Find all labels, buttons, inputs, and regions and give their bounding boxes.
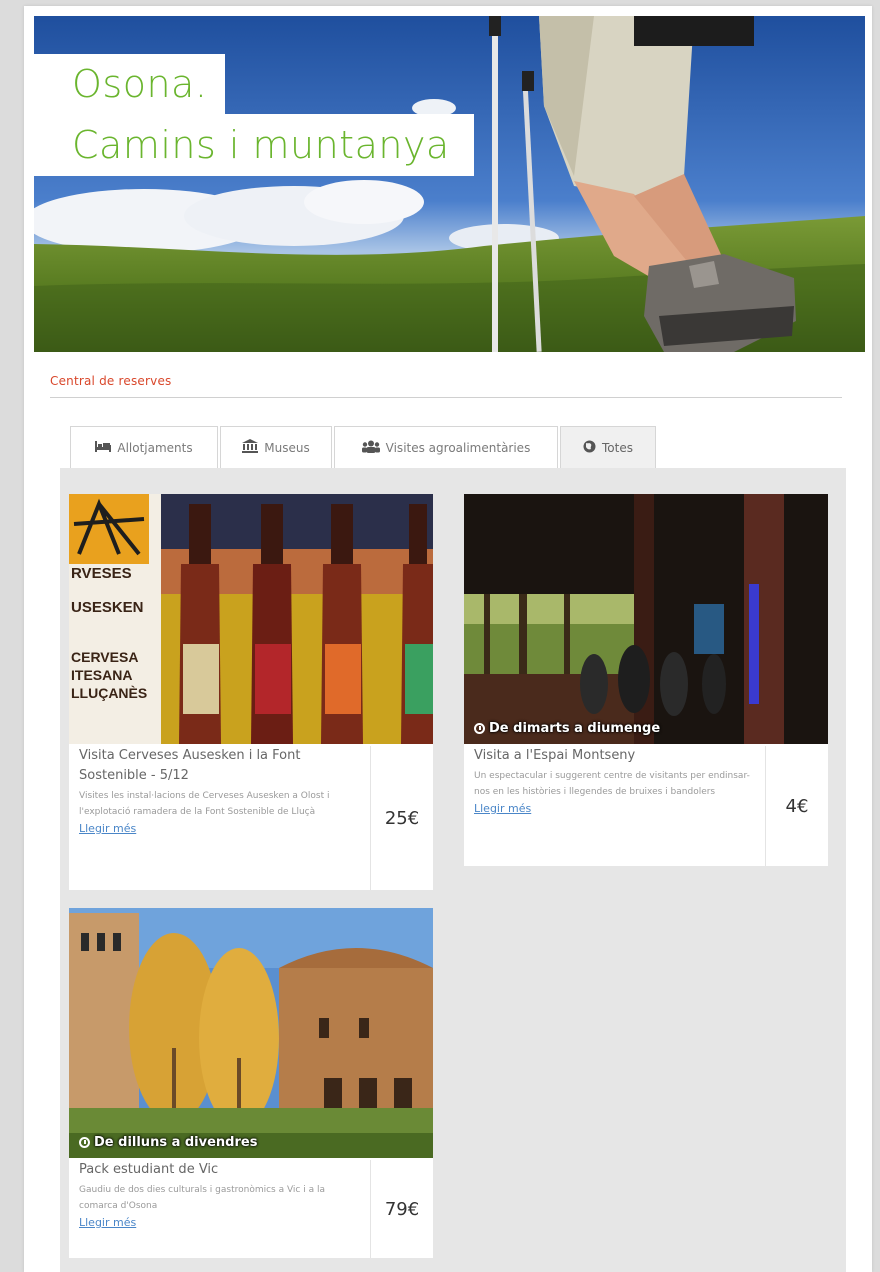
- read-more-link[interactable]: Llegir més: [69, 1216, 369, 1229]
- image-text: USESKEN: [71, 599, 144, 616]
- card-image-beer[interactable]: RVESES USESKEN CERVESA ITESANA LLUÇANÈS: [69, 494, 433, 744]
- globe-icon: [583, 440, 596, 456]
- tab-totes[interactable]: Totes: [560, 426, 656, 468]
- card-info: Visita Cerveses Ausesken i la Font Soste…: [69, 746, 369, 835]
- card-description: Gaudiu de dos dies culturals i gastronòm…: [79, 1185, 325, 1211]
- card-description: Visites les instal·lacions de Cerveses A…: [79, 791, 330, 817]
- section-divider: [50, 397, 842, 398]
- tab-label: Museus: [264, 440, 310, 455]
- clock-icon: [79, 1137, 90, 1148]
- tab-label: Totes: [602, 440, 633, 455]
- clock-icon: [474, 723, 485, 734]
- card-info: Visita a l'Espai Montseny Un espectacula…: [464, 746, 764, 815]
- activity-card[interactable]: De dimarts a diumenge Visita a l'Espai M…: [464, 494, 828, 866]
- schedule-badge: De dilluns a divendres: [79, 1135, 257, 1150]
- page-container: Osona. Camins i muntanya Central de rese…: [24, 6, 872, 1272]
- schedule-badge: De dimarts a diumenge: [474, 721, 660, 736]
- hero-title-line2: Camins i muntanya: [34, 114, 474, 176]
- hero-banner: Osona. Camins i muntanya: [34, 16, 865, 352]
- tab-label: Visites agroalimentàries: [385, 440, 531, 455]
- badge-label: De dilluns a divendres: [94, 1135, 258, 1150]
- activity-card[interactable]: De dilluns a divendres Pack estudiant de…: [69, 908, 433, 1258]
- card-image-espai-montseny[interactable]: De dimarts a diumenge: [464, 494, 828, 744]
- category-tabs: Allotjaments Museus Visites agroalimentà…: [70, 426, 860, 468]
- card-price: 79€: [370, 1160, 433, 1258]
- image-text: CERVESA: [71, 649, 138, 665]
- card-price: 25€: [370, 746, 433, 890]
- activity-card[interactable]: RVESES USESKEN CERVESA ITESANA LLUÇANÈS …: [69, 494, 433, 890]
- image-text: RVESES: [71, 565, 132, 582]
- card-title[interactable]: Visita a l'Espai Montseny: [464, 746, 764, 766]
- card-info: Pack estudiant de Vic Gaudiu de dos dies…: [69, 1160, 369, 1229]
- card-image-vic[interactable]: De dilluns a divendres: [69, 908, 433, 1158]
- read-more-link[interactable]: Llegir més: [69, 822, 369, 835]
- bed-icon: [95, 440, 112, 455]
- card-price: 4€: [765, 746, 828, 866]
- group-icon: [361, 440, 380, 456]
- card-title[interactable]: Pack estudiant de Vic: [69, 1160, 369, 1180]
- card-description: Un espectacular i suggerent centre de vi…: [474, 771, 750, 797]
- museum-icon: [242, 439, 259, 456]
- read-more-link[interactable]: Llegir més: [464, 802, 764, 815]
- tab-museus[interactable]: Museus: [220, 426, 332, 468]
- tab-visites-agroalimentaries[interactable]: Visites agroalimentàries: [334, 426, 558, 468]
- tab-allotjaments[interactable]: Allotjaments: [70, 426, 218, 468]
- card-title[interactable]: Visita Cerveses Ausesken i la Font Soste…: [69, 746, 369, 786]
- image-text: LLUÇANÈS: [71, 685, 147, 701]
- tab-label: Allotjaments: [117, 440, 193, 455]
- section-heading: Central de reserves: [50, 374, 172, 388]
- hero-title-line1: Osona.: [34, 54, 226, 114]
- results-panel: RVESES USESKEN CERVESA ITESANA LLUÇANÈS …: [60, 468, 846, 1272]
- badge-label: De dimarts a diumenge: [489, 721, 661, 736]
- image-text: ITESANA: [71, 667, 132, 683]
